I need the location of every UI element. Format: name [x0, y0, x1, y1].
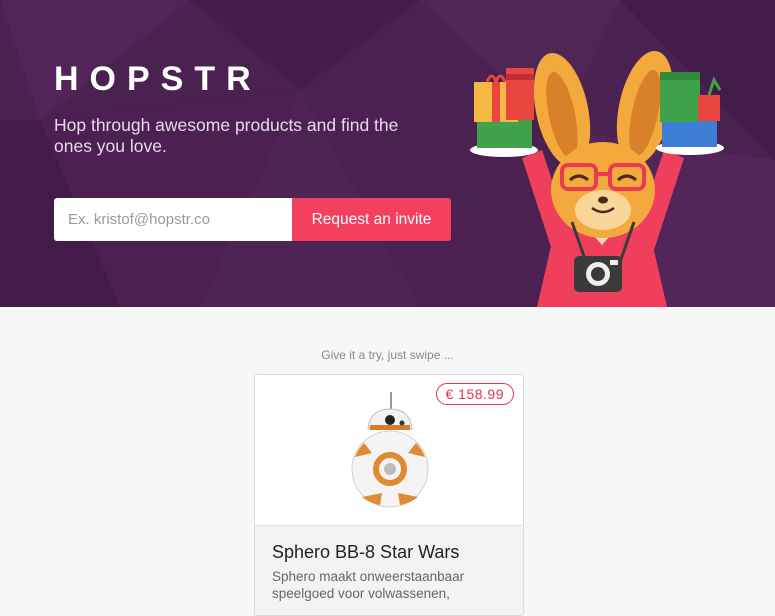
- email-input[interactable]: [54, 198, 292, 241]
- request-invite-button[interactable]: Request an invite: [292, 198, 451, 241]
- brand-logo[interactable]: HOPSTR: [54, 60, 262, 99]
- product-description: Sphero maakt onweerstaanbaar speelgoed v…: [272, 569, 465, 601]
- hero-tagline: Hop through awesome products and find th…: [54, 115, 399, 156]
- product-card[interactable]: € 158.99 Sphero BB-8 Star Wars Sphero ma…: [254, 374, 524, 616]
- camera-icon: [574, 256, 622, 292]
- product-details: Sphero BB-8 Star Wars Sphero maakt onwee…: [255, 525, 523, 615]
- product-title: Sphero BB-8 Star Wars: [272, 542, 460, 562]
- invite-form: Request an invite: [54, 198, 451, 241]
- hero-banner: HOPSTR Hop through awesome products and …: [0, 0, 775, 307]
- price-badge: € 158.99: [435, 383, 514, 405]
- bunny-mascot-illustration: [470, 51, 724, 307]
- swipe-hint: Give it a try, just swipe ...: [321, 348, 454, 362]
- bb8-robot-image: [351, 392, 429, 508]
